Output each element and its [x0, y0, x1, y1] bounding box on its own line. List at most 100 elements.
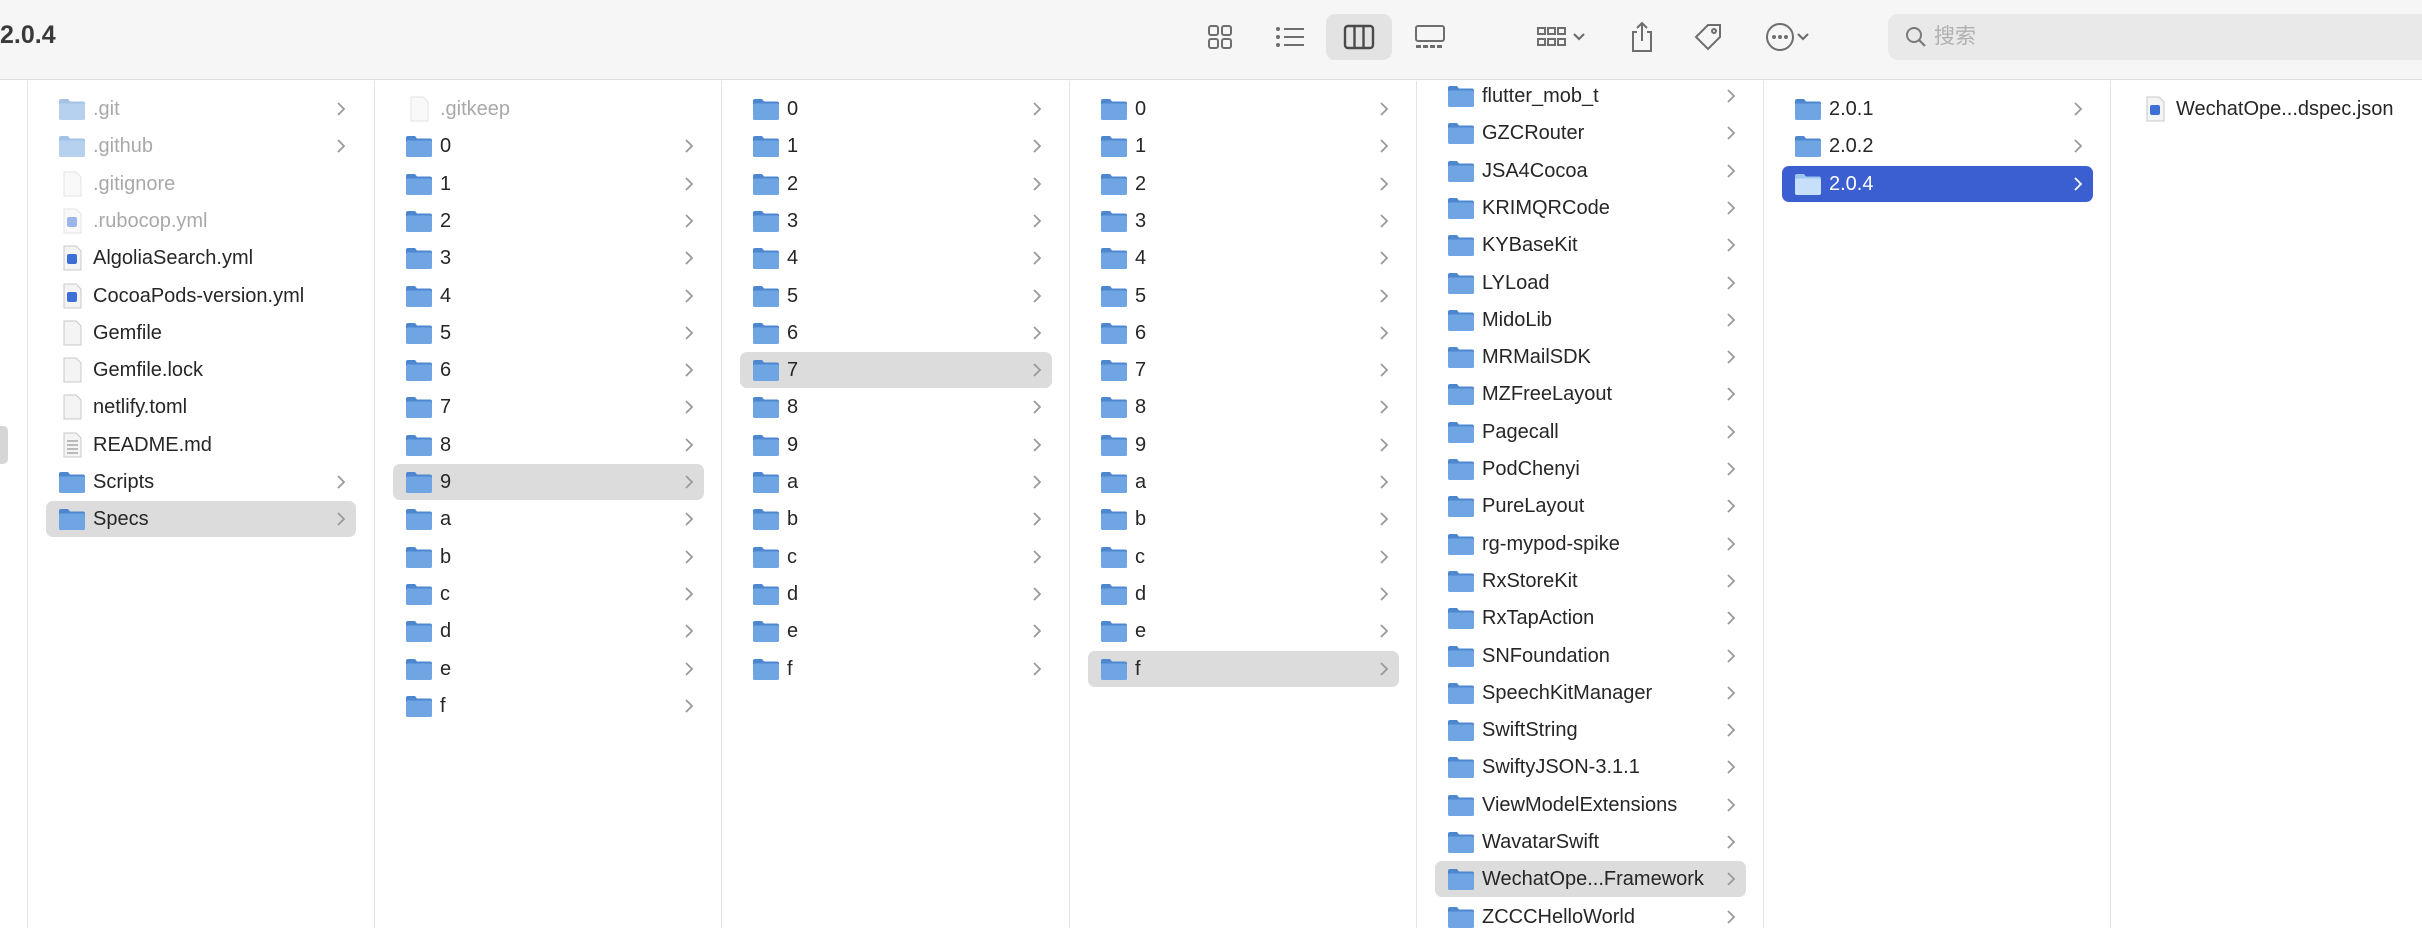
folder-row[interactable]: WechatOpe...Framework [1435, 861, 1746, 898]
file-row[interactable]: WechatOpe...dspec.json [2129, 91, 2422, 127]
folder-row[interactable]: b [393, 539, 704, 575]
folder-row[interactable]: f [393, 688, 704, 724]
folder-row[interactable]: ViewModelExtensions [1435, 787, 1746, 823]
folder-row[interactable]: SNFoundation [1435, 638, 1746, 674]
folder-row[interactable]: Pagecall [1435, 414, 1746, 450]
folder-row[interactable]: WavatarSwift [1435, 824, 1746, 860]
file-row[interactable]: .gitignore [46, 166, 356, 202]
folder-row[interactable]: a [393, 501, 704, 537]
file-row[interactable]: AlgoliaSearch.yml [46, 240, 356, 276]
folder-row[interactable]: 4 [740, 240, 1052, 276]
folder-row[interactable]: 2.0.1 [1782, 91, 2093, 127]
folder-icon [1101, 360, 1127, 382]
folder-row[interactable]: 2.0.4 [1782, 165, 2093, 202]
folder-row[interactable]: KRIMQRCode [1435, 190, 1746, 226]
folder-row[interactable]: 0 [740, 91, 1052, 127]
folder-row[interactable]: 1 [1088, 128, 1399, 164]
folder-row[interactable]: .github [46, 128, 356, 164]
folder-row[interactable]: 2 [740, 166, 1052, 202]
folder-row[interactable]: Scripts [46, 464, 356, 500]
file-row[interactable]: .rubocop.yml [46, 203, 356, 239]
folder-row[interactable]: 0 [1088, 91, 1399, 127]
more-actions-button[interactable] [1754, 14, 1820, 60]
folder-row[interactable]: c [1088, 539, 1399, 575]
folder-row[interactable]: 2.0.2 [1782, 128, 2093, 164]
folder-row[interactable]: MidoLib [1435, 302, 1746, 338]
chevron-down-icon [1797, 33, 1809, 41]
folder-row[interactable]: 3 [740, 203, 1052, 239]
folder-row[interactable]: 3 [1088, 203, 1399, 239]
gallery-view-button[interactable] [1408, 14, 1452, 60]
share-button[interactable] [1624, 14, 1660, 60]
folder-row[interactable]: RxTapAction [1435, 600, 1746, 636]
file-row[interactable]: netlify.toml [46, 389, 356, 425]
folder-row[interactable]: KYBaseKit [1435, 227, 1746, 263]
folder-row[interactable]: flutter_mob_t [1435, 81, 1746, 114]
folder-row[interactable]: 6 [393, 352, 704, 388]
folder-row[interactable]: f [740, 651, 1052, 687]
folder-row[interactable]: 9 [1088, 427, 1399, 463]
folder-row[interactable]: 4 [393, 278, 704, 314]
folder-row[interactable]: SwiftyJSON-3.1.1 [1435, 749, 1746, 785]
folder-row[interactable]: 4 [1088, 240, 1399, 276]
folder-row[interactable]: 3 [393, 240, 704, 276]
folder-row[interactable]: .git [46, 91, 356, 127]
folder-row[interactable]: RxStoreKit [1435, 563, 1746, 599]
folder-row[interactable]: d [740, 576, 1052, 612]
folder-row[interactable]: b [740, 501, 1052, 537]
folder-row[interactable]: a [1088, 464, 1399, 500]
folder-row[interactable]: d [1088, 576, 1399, 612]
folder-row[interactable]: b [1088, 501, 1399, 537]
folder-row[interactable]: JSA4Cocoa [1435, 153, 1746, 189]
folder-row[interactable]: MZFreeLayout [1435, 376, 1746, 412]
folder-row[interactable]: 5 [393, 315, 704, 351]
folder-row[interactable]: c [740, 539, 1052, 575]
folder-row[interactable]: f [1088, 650, 1399, 687]
folder-row[interactable]: PureLayout [1435, 488, 1746, 524]
folder-row[interactable]: c [393, 576, 704, 612]
search-field[interactable] [1888, 14, 2422, 60]
folder-row[interactable]: 8 [393, 427, 704, 463]
file-row[interactable]: Gemfile.lock [46, 352, 356, 388]
folder-row[interactable]: 5 [1088, 278, 1399, 314]
folder-row[interactable]: 9 [393, 464, 704, 500]
folder-row[interactable]: e [1088, 613, 1399, 649]
folder-row[interactable]: rg-mypod-spike [1435, 526, 1746, 562]
group-button[interactable] [1526, 14, 1596, 60]
folder-row[interactable]: SwiftString [1435, 712, 1746, 748]
folder-row[interactable]: 1 [740, 128, 1052, 164]
folder-row[interactable]: PodChenyi [1435, 451, 1746, 487]
column-view-button[interactable] [1326, 14, 1392, 60]
file-row[interactable]: .gitkeep [393, 91, 704, 127]
folder-row[interactable]: SpeechKitManager [1435, 675, 1746, 711]
list-view-button[interactable] [1268, 14, 1312, 60]
tags-button[interactable] [1690, 14, 1726, 60]
folder-row[interactable]: ZCCCHelloWorld [1435, 899, 1746, 928]
folder-row[interactable]: e [740, 613, 1052, 649]
folder-row[interactable]: GZCRouter [1435, 115, 1746, 151]
folder-row[interactable]: 0 [393, 128, 704, 164]
folder-row[interactable]: 2 [393, 203, 704, 239]
folder-row[interactable]: 8 [1088, 389, 1399, 425]
folder-row[interactable]: 7 [740, 352, 1052, 389]
icon-view-button[interactable] [1200, 14, 1240, 60]
folder-row[interactable]: e [393, 651, 704, 687]
folder-row[interactable]: 6 [1088, 315, 1399, 351]
file-row[interactable]: CocoaPods-version.yml [46, 278, 356, 314]
search-input[interactable] [1934, 14, 2404, 60]
folder-row[interactable]: 7 [1088, 352, 1399, 388]
folder-row[interactable]: d [393, 613, 704, 649]
file-row[interactable]: README.md [46, 427, 356, 463]
folder-row[interactable]: 5 [740, 278, 1052, 314]
folder-row[interactable]: 1 [393, 166, 704, 202]
folder-row[interactable]: LYLoad [1435, 265, 1746, 301]
file-row[interactable]: Gemfile [46, 315, 356, 351]
folder-row[interactable]: a [740, 464, 1052, 500]
folder-row[interactable]: 7 [393, 389, 704, 425]
folder-row[interactable]: 6 [740, 315, 1052, 351]
folder-row[interactable]: 9 [740, 427, 1052, 463]
folder-row[interactable]: 8 [740, 389, 1052, 425]
folder-row[interactable]: 2 [1088, 166, 1399, 202]
folder-row[interactable]: Specs [46, 501, 356, 538]
folder-row[interactable]: MRMailSDK [1435, 339, 1746, 375]
